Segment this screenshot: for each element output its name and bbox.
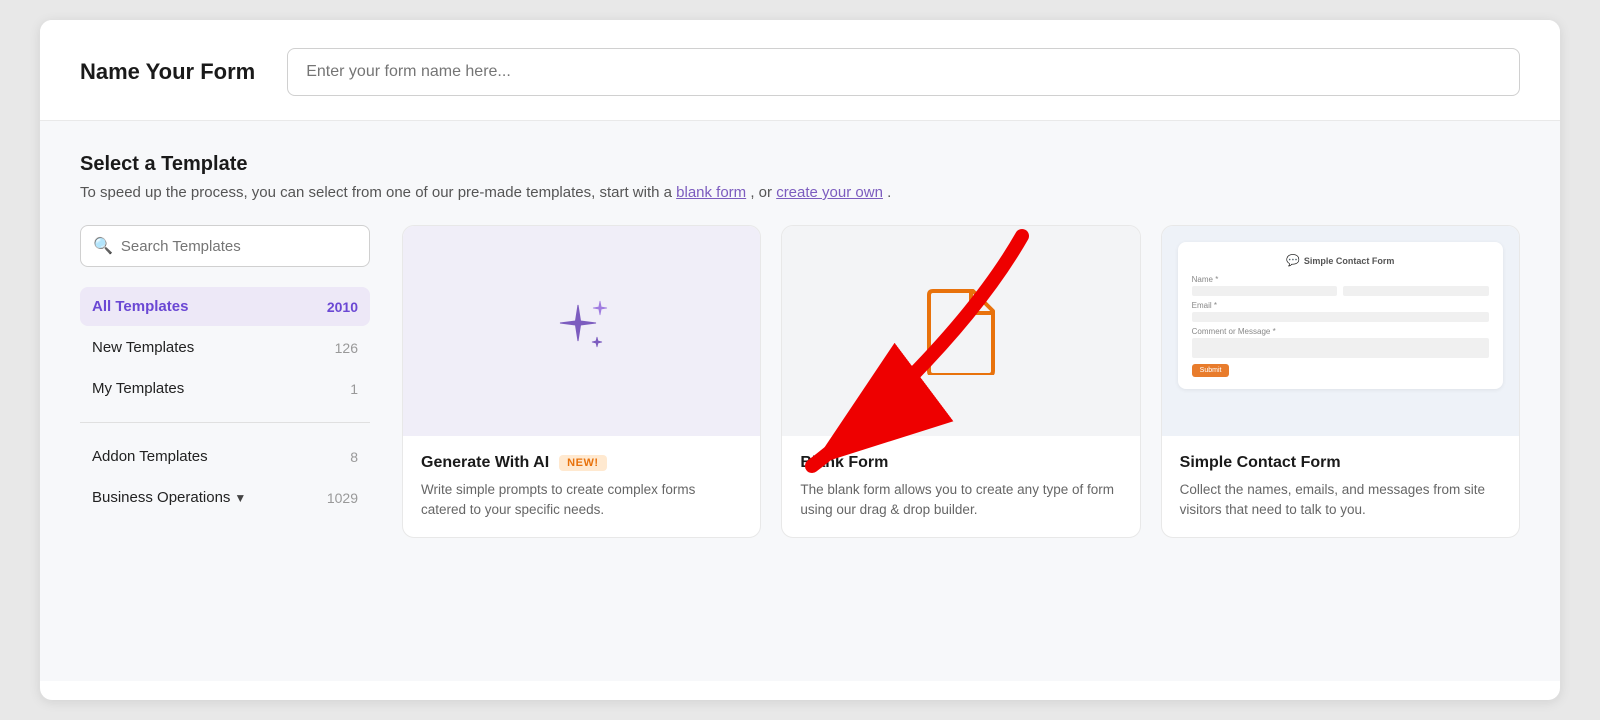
- sidebar-item-new-templates-count: 126: [335, 340, 358, 356]
- mini-form-icon: 💬: [1286, 254, 1300, 267]
- sidebar-item-business-operations-count: 1029: [327, 490, 358, 506]
- sidebar-item-my-templates[interactable]: My Templates 1: [80, 369, 370, 408]
- template-card-ai[interactable]: Generate With AI NEW! Write simple promp…: [402, 225, 761, 538]
- ai-sparkles-icon: [542, 291, 622, 371]
- mini-contact-form: 💬 Simple Contact Form Name * Email * Com…: [1178, 242, 1503, 389]
- header-section: Name Your Form: [40, 20, 1560, 121]
- template-card-contact-body: Simple Contact Form Collect the names, e…: [1162, 436, 1519, 537]
- select-template-desc: To speed up the process, you can select …: [80, 184, 1520, 201]
- sidebar-item-my-templates-count: 1: [350, 381, 358, 397]
- form-name-input[interactable]: [287, 48, 1520, 96]
- sidebar-item-addon-templates-count: 8: [350, 449, 358, 465]
- mini-field-email: [1192, 312, 1489, 322]
- mini-field-first: [1192, 286, 1338, 296]
- template-card-ai-preview: [403, 226, 760, 436]
- template-card-contact[interactable]: 💬 Simple Contact Form Name * Email * Com…: [1161, 225, 1520, 538]
- sidebar-item-new-templates[interactable]: New Templates 126: [80, 328, 370, 367]
- template-card-blank[interactable]: Blank Form The blank form allows you to …: [781, 225, 1140, 538]
- sidebar-item-addon-templates-label: Addon Templates: [92, 448, 208, 465]
- template-card-ai-body: Generate With AI NEW! Write simple promp…: [403, 436, 760, 537]
- blank-doc-icon: [925, 287, 997, 375]
- search-icon: 🔍: [93, 236, 113, 256]
- sidebar-item-my-templates-label: My Templates: [92, 380, 184, 397]
- mini-form-title: Simple Contact Form: [1304, 256, 1395, 266]
- template-card-contact-preview: 💬 Simple Contact Form Name * Email * Com…: [1162, 226, 1519, 436]
- select-template-section: Select a Template To speed up the proces…: [40, 121, 1560, 201]
- template-card-contact-title: Simple Contact Form: [1180, 454, 1341, 472]
- content-area: 🔍 All Templates 2010 New Templates 126 M…: [40, 201, 1560, 681]
- template-card-contact-desc: Collect the names, emails, and messages …: [1180, 480, 1501, 521]
- main-container: Name Your Form Select a Template To spee…: [40, 20, 1560, 700]
- sidebar-item-all-templates[interactable]: All Templates 2010: [80, 287, 370, 326]
- sidebar: 🔍 All Templates 2010 New Templates 126 M…: [80, 225, 370, 649]
- template-card-ai-badge: NEW!: [559, 455, 606, 471]
- mini-field-message: [1192, 338, 1489, 358]
- template-card-blank-desc: The blank form allows you to create any …: [800, 480, 1121, 521]
- templates-grid: Generate With AI NEW! Write simple promp…: [402, 225, 1520, 649]
- template-card-blank-preview: [782, 226, 1139, 436]
- template-card-blank-title: Blank Form: [800, 454, 888, 472]
- template-card-ai-desc: Write simple prompts to create complex f…: [421, 480, 742, 521]
- mini-submit-button: Submit: [1192, 364, 1230, 377]
- create-own-link[interactable]: create your own: [776, 184, 883, 201]
- sidebar-item-business-operations[interactable]: Business Operations ▼ 1029: [80, 478, 370, 517]
- search-box[interactable]: 🔍: [80, 225, 370, 267]
- sidebar-item-all-templates-label: All Templates: [92, 298, 188, 315]
- sidebar-item-all-templates-count: 2010: [327, 299, 358, 315]
- search-input[interactable]: [121, 238, 357, 255]
- template-card-blank-body: Blank Form The blank form allows you to …: [782, 436, 1139, 537]
- sidebar-divider: [80, 422, 370, 423]
- sidebar-item-new-templates-label: New Templates: [92, 339, 194, 356]
- chevron-down-icon: ▼: [234, 491, 246, 505]
- sidebar-item-addon-templates[interactable]: Addon Templates 8: [80, 437, 370, 476]
- page-title: Name Your Form: [80, 59, 255, 85]
- sidebar-item-business-operations-label: Business Operations: [92, 489, 230, 506]
- blank-form-link[interactable]: blank form: [676, 184, 746, 201]
- template-card-ai-title: Generate With AI: [421, 454, 549, 472]
- mini-field-last: [1343, 286, 1489, 296]
- select-template-title: Select a Template: [80, 153, 1520, 176]
